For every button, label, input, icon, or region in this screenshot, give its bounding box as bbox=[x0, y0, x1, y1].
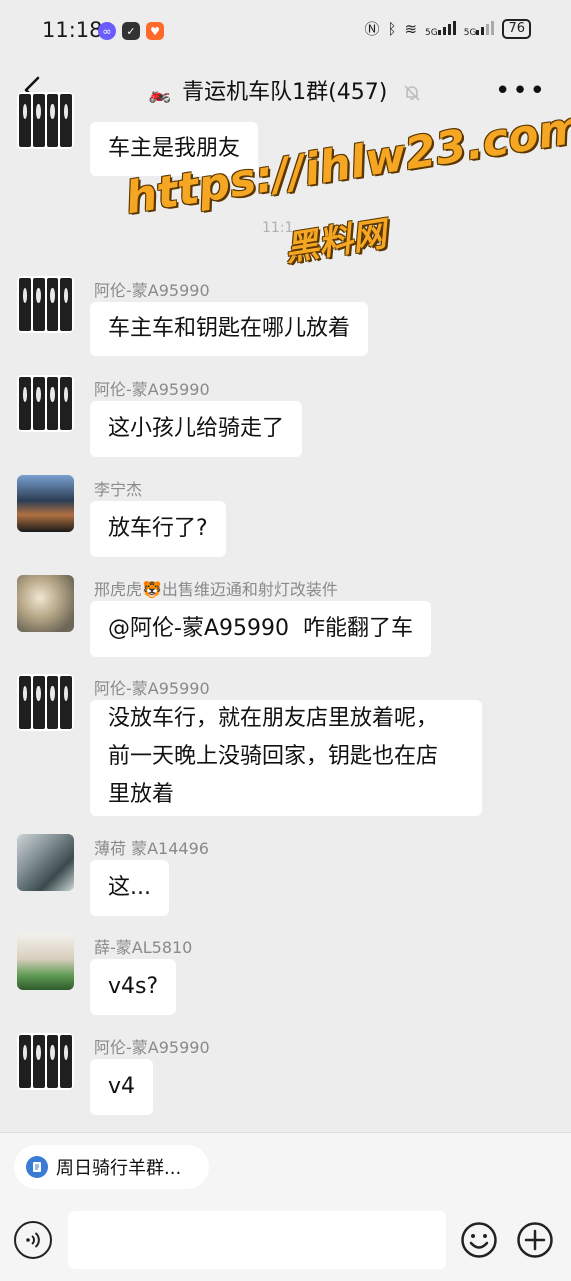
sender-name: 阿伦-蒙A95990 bbox=[94, 281, 210, 300]
status-indicators: Ⓝ ᛒ ≋ 5G 5G 76 bbox=[364, 18, 531, 39]
app-notification-icon: ♥ bbox=[146, 22, 164, 40]
message-bubble[interactable]: 放车行了? bbox=[90, 501, 226, 557]
chat-header: 🏍️ 青运机车队1群(457) ••• bbox=[0, 62, 571, 118]
input-panel: 周日骑行羊群... bbox=[0, 1132, 571, 1281]
more-options-button[interactable]: ••• bbox=[495, 76, 547, 106]
motorcycle-icon: 🏍️ bbox=[148, 83, 172, 104]
bluetooth-icon: ᛒ bbox=[387, 19, 397, 38]
avatar[interactable] bbox=[17, 276, 74, 333]
message-bubble[interactable]: 车主车和钥匙在哪儿放着 bbox=[90, 302, 369, 356]
app-notification-icon: ✓ bbox=[122, 22, 140, 40]
status-bar: 11:18 ∞ ✓ ♥ Ⓝ ᛒ ≋ 5G 5G 76 bbox=[0, 0, 571, 62]
app-notification-icon: ∞ bbox=[98, 22, 116, 40]
emoji-button[interactable] bbox=[460, 1221, 498, 1259]
voice-input-button[interactable] bbox=[14, 1221, 52, 1259]
signal-icon: 5G bbox=[464, 19, 495, 39]
nfc-icon: Ⓝ bbox=[364, 20, 380, 38]
watermark-brand: 黑料网 bbox=[282, 214, 390, 270]
smiley-icon bbox=[461, 1222, 497, 1258]
sender-name: 邢虎虎🐯出售维迈通和射灯改装件 bbox=[94, 580, 338, 599]
plus-icon bbox=[517, 1222, 553, 1258]
message-input[interactable] bbox=[68, 1211, 446, 1269]
signal-icon: 5G bbox=[425, 19, 456, 39]
avatar[interactable] bbox=[17, 375, 74, 432]
timestamp-divider: 11:1 bbox=[262, 220, 294, 236]
status-time: 11:18 bbox=[42, 18, 103, 42]
message-bubble[interactable]: 这... bbox=[90, 860, 169, 916]
quick-link-label: 周日骑行羊群... bbox=[56, 1158, 182, 1179]
sender-name: 阿伦-蒙A95990 bbox=[94, 380, 210, 399]
avatar[interactable] bbox=[17, 1033, 74, 1090]
message-bubble[interactable]: @阿伦-蒙A95990 咋能翻了车 bbox=[90, 601, 431, 657]
message-bubble[interactable]: v4s? bbox=[90, 959, 177, 1015]
mute-bell-icon bbox=[404, 85, 420, 101]
avatar[interactable] bbox=[17, 475, 74, 532]
message-bubble[interactable]: 车主是我朋友 bbox=[90, 122, 259, 176]
sender-name: 薛-蒙AL5810 bbox=[94, 938, 193, 957]
quick-link-chip[interactable]: 周日骑行羊群... bbox=[14, 1145, 210, 1189]
avatar[interactable] bbox=[17, 575, 74, 632]
status-app-icons: ∞ ✓ ♥ bbox=[98, 22, 164, 40]
message-bubble[interactable]: 这小孩儿给骑走了 bbox=[90, 401, 303, 457]
wifi-icon: ≋ bbox=[404, 19, 418, 38]
message-bubble[interactable]: v4 bbox=[90, 1059, 154, 1115]
message-bubble[interactable]: 没放车行，就在朋友店里放着呢， 前一天晚上没骑回家，钥匙也在店 里放着 bbox=[90, 700, 482, 816]
sender-name: 李宁杰 bbox=[94, 480, 143, 499]
sender-name: 阿伦-蒙A95990 bbox=[94, 679, 210, 698]
sender-name: 阿伦-蒙A95990 bbox=[94, 1038, 210, 1057]
avatar[interactable] bbox=[17, 834, 74, 891]
voice-icon bbox=[26, 1232, 40, 1248]
avatar[interactable] bbox=[17, 674, 74, 731]
more-functions-button[interactable] bbox=[516, 1221, 554, 1259]
document-icon bbox=[26, 1156, 48, 1178]
avatar[interactable] bbox=[17, 933, 74, 990]
chat-title: 青运机车队1群(457) bbox=[182, 80, 388, 105]
avatar[interactable] bbox=[17, 92, 74, 149]
sender-name: 薄荷 蒙A14496 bbox=[94, 839, 209, 858]
chat-title-wrap[interactable]: 🏍️ 青运机车队1群(457) bbox=[0, 74, 571, 106]
battery-icon: 76 bbox=[502, 18, 531, 39]
